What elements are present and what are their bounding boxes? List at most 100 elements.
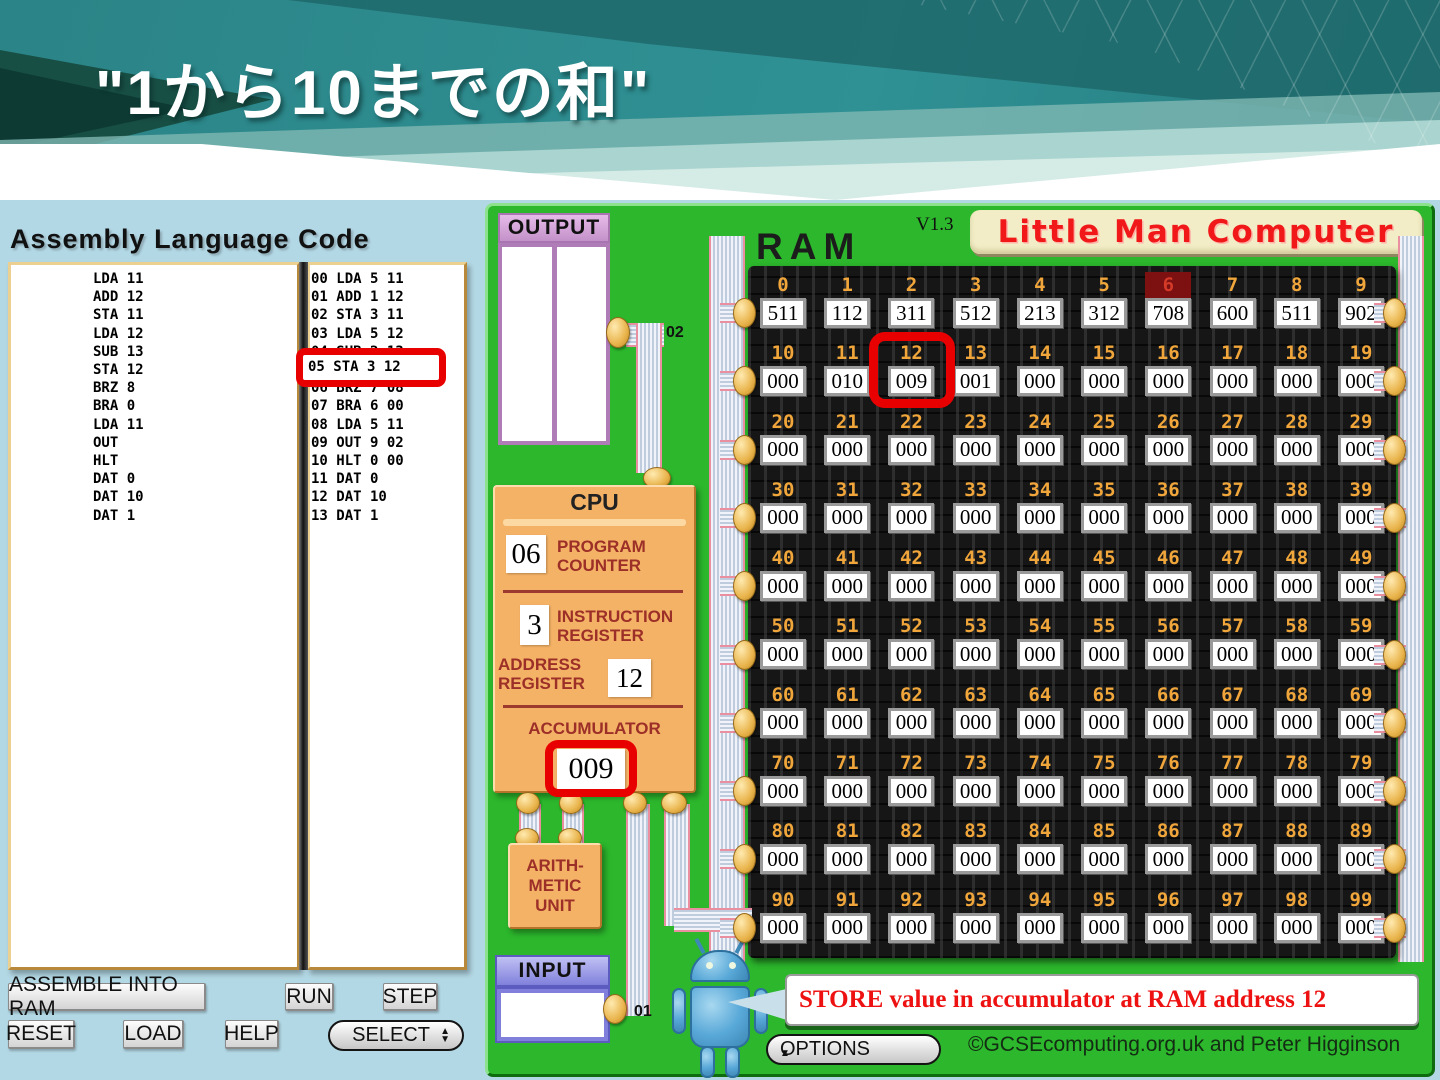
ram-cell: 000: [1016, 776, 1063, 807]
ram-connector: [733, 639, 756, 670]
simulator: OUTPUT 02 V1.3 Little Man Computer RAM 0…: [485, 203, 1435, 1078]
ram-cell: 000: [1145, 366, 1192, 397]
ram-cell: 000: [1016, 639, 1063, 670]
ram-cell: 112: [824, 298, 871, 328]
ram-cell: 000: [888, 639, 935, 670]
ram-address-label: 56: [1156, 615, 1180, 638]
select-dropdown[interactable]: SELECT ▲ ▼: [328, 1020, 464, 1051]
output-header: OUTPUT: [498, 213, 610, 243]
assembly-listing-line: 12 DAT 10: [311, 489, 387, 506]
ram-cell: 000: [760, 776, 806, 807]
ram-address-label: 32: [899, 478, 923, 501]
ram-address-label: 80: [771, 820, 795, 843]
ram-cell: 000: [1273, 366, 1320, 397]
assembly-listing-lines: 00 LDA 5 11 01 ADD 1 12 02 STA 3 11 03 LDA …: [311, 270, 404, 525]
ram-cell: 000: [824, 434, 871, 465]
accumulator-label: ACCUMULATOR: [528, 719, 661, 738]
ram-cell: 000: [1081, 707, 1128, 738]
ram-cell: 000: [952, 844, 999, 875]
step-button[interactable]: STEP: [383, 983, 438, 1011]
assembly-source-line: LDA 12: [93, 325, 144, 342]
input-field[interactable]: [501, 993, 604, 1037]
ram-address-label: 22: [899, 410, 923, 433]
ram-address-label: 35: [1092, 478, 1116, 501]
ram-cell: 000: [760, 434, 806, 465]
ram-address-label: 5: [1098, 274, 1110, 296]
ram-cell: 000: [1209, 707, 1256, 738]
version-label: V1.3: [916, 214, 954, 235]
ram-address-label: 73: [964, 752, 988, 775]
robot-antenna: [694, 937, 706, 955]
run-button[interactable]: RUN: [285, 983, 334, 1011]
wire: [626, 804, 650, 1016]
assembly-source-line: STA 12: [93, 362, 144, 379]
ram-address-label: 81: [835, 820, 859, 843]
ram-address-label: 6: [1145, 272, 1192, 298]
ram-address-label: 89: [1349, 820, 1373, 843]
ram-cell: 000: [1145, 639, 1192, 670]
ram-address-label: 82: [899, 820, 923, 843]
ram-cell: 000: [888, 844, 935, 875]
ram-address-label: 63: [964, 683, 988, 706]
options-dropdown[interactable]: OPTIONS ▲ ▼: [766, 1034, 941, 1065]
cpu-title: CPU: [570, 489, 619, 515]
ram-cell: 000: [760, 707, 806, 738]
ram-address-label: 41: [835, 547, 859, 570]
ram-cell: 000: [888, 912, 935, 943]
ram-cell: 000: [952, 639, 999, 670]
ram-address-label: 72: [899, 752, 923, 775]
assembly-source-box[interactable]: [8, 262, 300, 970]
program-counter-label: PROGRAM COUNTER: [557, 537, 646, 575]
ram-address-label: 84: [1028, 820, 1052, 843]
dropdown-arrows-icon: ▲ ▼: [440, 1025, 450, 1045]
assembly-listing-line: 02 STA 3 11: [311, 307, 404, 324]
help-button[interactable]: HELP: [224, 1020, 279, 1049]
ram-address-label: 16: [1156, 342, 1180, 365]
ram-cell: 000: [1081, 366, 1128, 397]
ram-address-label: 19: [1349, 342, 1373, 365]
ram-address-label: 8: [1291, 274, 1303, 296]
output-display: [498, 243, 610, 445]
page: "1から10までの和" Assembly Language Code LDA 1…: [0, 0, 1440, 1080]
cpu-divider: [503, 705, 683, 708]
ram-cell: 001: [952, 366, 999, 397]
wire: [636, 323, 662, 473]
ram-address-label: 14: [1028, 342, 1052, 365]
ram-cell: 000: [1209, 434, 1256, 465]
reset-button[interactable]: RESET: [6, 1020, 76, 1049]
ram-connector: [733, 571, 756, 602]
robot-eye: [706, 962, 713, 969]
ram-address-label: 90: [771, 888, 795, 911]
arithmetic-unit: ARITH- METIC UNIT: [508, 843, 602, 929]
load-button[interactable]: LOAD: [123, 1020, 184, 1049]
ram-cell: 000: [1145, 434, 1192, 465]
ram-cell: 000: [952, 502, 999, 533]
assembly-source-line: ADD 12: [93, 289, 144, 306]
ram-cell: 213: [1016, 298, 1063, 328]
ram-address-label: 65: [1092, 683, 1116, 706]
ram-address-label: 46: [1156, 547, 1180, 570]
ram-address-label: 40: [771, 547, 795, 570]
ram-address-label: 0: [777, 274, 789, 296]
ram-cell: 000: [824, 707, 871, 738]
ram-address-label: 67: [1221, 683, 1244, 706]
ram-address-label: 45: [1092, 547, 1116, 570]
ram-cell: 000: [824, 571, 871, 602]
ram-address-label: 53: [964, 615, 988, 638]
robot-arm: [672, 988, 686, 1034]
current-instruction-highlight: 05 STA 3 12: [296, 348, 446, 387]
app-logo: Little Man Computer: [970, 210, 1422, 254]
ram-address-label: 1: [841, 274, 853, 296]
ram-cell: 000: [760, 366, 806, 397]
ram-address-label: 48: [1285, 547, 1309, 570]
ram-connector: [1383, 434, 1406, 465]
ram-cell: 000: [1273, 844, 1320, 875]
ram-cell: 000: [1273, 707, 1320, 738]
assembly-source-line: DAT 0: [93, 471, 136, 488]
cpu-pin: [516, 792, 540, 814]
input-port-connector: [603, 994, 627, 1024]
ram-title: RAM: [756, 226, 862, 267]
assembly-listing-line: 07 BRA 6 00: [311, 398, 404, 415]
assemble-into-ram-button[interactable]: ASSEMBLE INTO RAM: [8, 973, 206, 1020]
ram-cell: 000: [952, 571, 999, 602]
